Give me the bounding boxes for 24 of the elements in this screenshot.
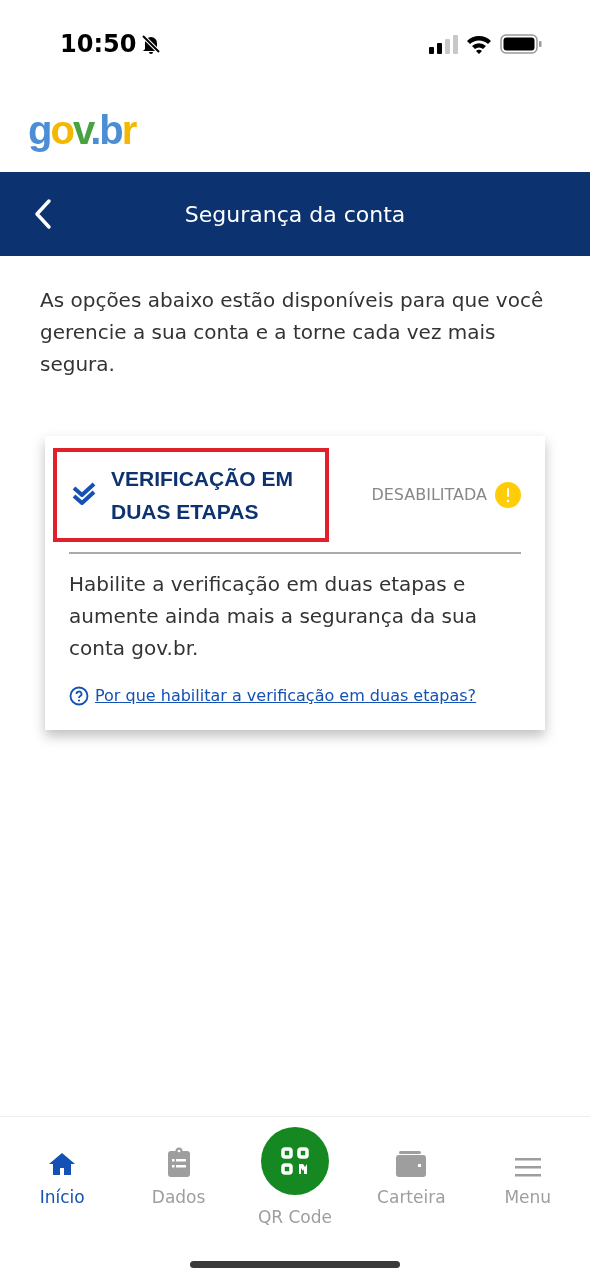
card-title: VERIFICAÇÃO EM DUAS ETAPAS: [111, 466, 294, 525]
nav-tab[interactable]: QR Code: [239, 1127, 350, 1231]
card-description: Habilite a verificação em duas etapas e aumente ainda mais a segurança da sua conta gov.br.: [69, 571, 478, 662]
wallet-icon: [396, 1151, 427, 1177]
signal-icon: [428, 34, 458, 54]
nav-tab[interactable]: Menu: [472, 1127, 583, 1211]
intro-text: As opções abaixo estão disponíveis para que você gerencie a sua conta e a torne cada vez mais segura.: [39, 287, 545, 378]
qr-code-icon: [260, 1127, 329, 1195]
nav-tab[interactable]: Carteira: [356, 1127, 467, 1211]
double-check-icon: [71, 482, 97, 508]
nav-tab[interactable]: Dados: [123, 1127, 234, 1211]
menu-icon: [514, 1157, 541, 1177]
home-icon: [48, 1151, 77, 1177]
status-time: 10:50: [60, 29, 137, 60]
screen-title: Segurança da conta: [184, 200, 406, 229]
nav-tab[interactable]: Início: [7, 1127, 118, 1211]
logo: gov.br: [28, 107, 136, 154]
clipboard-icon: [166, 1147, 191, 1177]
help-icon: [69, 686, 89, 706]
status-label: DESABILITADA: [371, 484, 487, 506]
back-icon[interactable]: [34, 198, 52, 230]
wifi-icon: [466, 34, 492, 54]
help-link[interactable]: Por que habilitar a verificação em duas etapas?: [95, 684, 477, 708]
battery-icon: [500, 34, 542, 54]
